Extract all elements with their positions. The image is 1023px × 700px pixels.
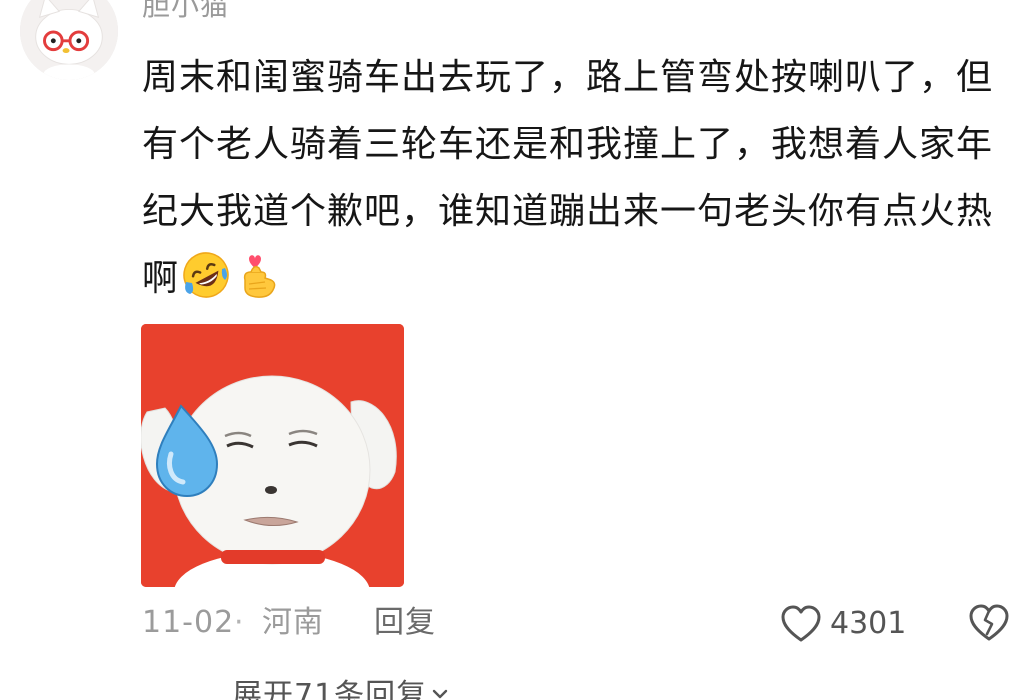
comment-screen: 胆小猫 周末和闺蜜骑车出去玩了，路上管弯处按喇叭了，但有个老人骑着三轮车还是和我… (0, 0, 1023, 700)
sweating-dog-sticker[interactable] (141, 324, 404, 587)
avatar[interactable] (20, 0, 118, 80)
hello-kitty-avatar-icon (20, 0, 118, 80)
reply-button[interactable]: 回复 (374, 603, 436, 643)
rolling-on-floor-laughing-emoji-icon (181, 250, 231, 300)
comment-date: 11-02 (142, 605, 235, 640)
comment-location: 河南 (262, 605, 324, 640)
broken-heart-icon[interactable] (967, 603, 1011, 643)
expand-replies-label: 展开71条回复 (232, 678, 428, 700)
meta-separator: · (234, 605, 244, 640)
finger-heart-emoji-icon (233, 250, 283, 300)
expand-replies-button[interactable]: 展开71条回复 (232, 676, 449, 700)
like-button[interactable]: 4301 (780, 602, 906, 646)
chevron-down-icon (432, 689, 448, 699)
username[interactable]: 胆小猫 (142, 0, 229, 24)
like-count: 4301 (830, 606, 907, 641)
sweating-dog-sticker-image (141, 324, 404, 587)
heart-outline-icon[interactable] (780, 604, 822, 644)
comment-body: 周末和闺蜜骑车出去玩了，路上管弯处按喇叭了，但有个老人骑着三轮车还是和我撞上了，… (142, 44, 1010, 312)
